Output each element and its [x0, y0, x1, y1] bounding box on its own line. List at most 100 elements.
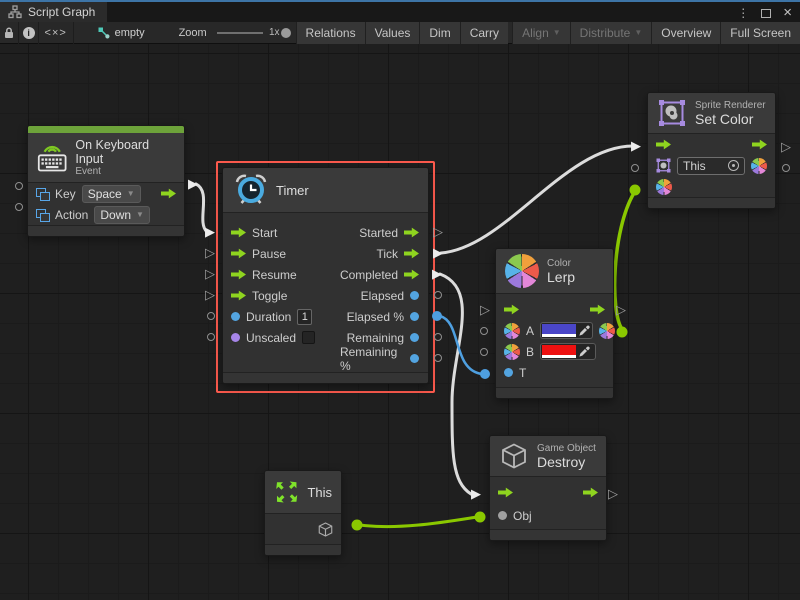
- window-controls: [737, 4, 792, 22]
- bool-port-dot[interactable]: [231, 333, 240, 342]
- lerp-result-port[interactable]: [617, 327, 628, 338]
- color-port-wheel-icon[interactable]: [504, 323, 520, 339]
- timer-tick-port[interactable]: [433, 246, 443, 259]
- action-dropdown[interactable]: Down ▼: [94, 206, 150, 224]
- destroy-obj-port[interactable]: [475, 512, 486, 523]
- keyboard-action-port[interactable]: [15, 203, 23, 211]
- lerp-a-port[interactable]: [480, 327, 488, 335]
- values-button[interactable]: Values: [365, 22, 420, 44]
- timer-pause-port[interactable]: [205, 246, 215, 259]
- close-icon[interactable]: [783, 4, 792, 22]
- zoom-slider[interactable]: [217, 32, 263, 34]
- graph-name: empty: [115, 27, 145, 39]
- timer-start-port[interactable]: [205, 225, 215, 238]
- float-port-dot[interactable]: [410, 291, 419, 300]
- fullscreen-button[interactable]: Full Screen: [720, 22, 800, 44]
- keyboard-trigger-out-port[interactable]: [188, 177, 198, 190]
- unscaled-checkbox[interactable]: [302, 331, 315, 344]
- distribute-button[interactable]: Distribute ▼: [570, 22, 652, 44]
- object-picker-icon[interactable]: [728, 160, 739, 171]
- trigger-out-arrow[interactable]: [752, 139, 767, 150]
- float-port-dot[interactable]: [504, 368, 513, 377]
- timer-elapsed-pct-port[interactable]: [432, 311, 442, 321]
- setcolor-target-port[interactable]: [631, 164, 639, 172]
- carry-button[interactable]: Carry: [460, 22, 508, 44]
- float-port-dot[interactable]: [410, 333, 419, 342]
- this-output-port[interactable]: [352, 520, 363, 531]
- color-a-swatch[interactable]: [540, 322, 593, 339]
- node-timer[interactable]: Timer Start Pause Resume: [222, 167, 429, 384]
- eyedropper-icon[interactable]: [578, 324, 591, 337]
- trigger-out-arrow[interactable]: [404, 227, 419, 238]
- color-port-wheel-icon[interactable]: [504, 344, 520, 360]
- setcolor-color-in-port[interactable]: [630, 185, 641, 196]
- destroy-trigger-out-port[interactable]: [608, 487, 618, 500]
- trigger-out-arrow[interactable]: [404, 269, 419, 280]
- maximize-icon[interactable]: [761, 9, 771, 18]
- float-port-dot[interactable]: [410, 354, 419, 363]
- duration-input[interactable]: 1: [297, 309, 312, 325]
- lerp-t-port[interactable]: [480, 369, 490, 379]
- node-destroy[interactable]: Game Object Destroy Obj: [489, 435, 607, 541]
- timer-toggle-port[interactable]: [205, 288, 215, 301]
- destroy-trigger-in-port[interactable]: [471, 487, 481, 500]
- node-on-keyboard-input[interactable]: On Keyboard Input Event Key Space ▼ Acti…: [27, 125, 185, 237]
- trigger-in-arrow[interactable]: [231, 227, 246, 238]
- timer-remaining-port[interactable]: [434, 333, 442, 341]
- node-set-color[interactable]: Sprite Renderer Set Color: [647, 92, 776, 209]
- graph-canvas[interactable]: On Keyboard Input Event Key Space ▼ Acti…: [0, 44, 800, 600]
- chevron-down-icon: ▼: [127, 189, 135, 198]
- keyboard-key-port[interactable]: [15, 182, 23, 190]
- relations-button[interactable]: Relations: [296, 22, 365, 44]
- timer-duration-port[interactable]: [207, 312, 215, 320]
- trigger-in-arrow[interactable]: [498, 487, 513, 498]
- trigger-in-arrow[interactable]: [231, 269, 246, 280]
- color-output-wheel-icon[interactable]: [751, 158, 767, 174]
- color-output-wheel-icon[interactable]: [599, 323, 615, 339]
- dim-button[interactable]: Dim: [419, 22, 459, 44]
- trigger-in-arrow[interactable]: [231, 290, 246, 301]
- trigger-out-arrow[interactable]: [583, 487, 598, 498]
- setcolor-trigger-out-port[interactable]: [781, 140, 791, 153]
- timer-elapsed-port[interactable]: [434, 291, 442, 299]
- trigger-in-arrow[interactable]: [656, 139, 671, 150]
- node-this[interactable]: This: [264, 470, 342, 556]
- timer-completed-port[interactable]: [432, 267, 442, 280]
- color-input-wheel-icon[interactable]: [656, 179, 672, 195]
- key-dropdown[interactable]: Space ▼: [82, 185, 141, 203]
- lock-button[interactable]: [0, 22, 19, 44]
- wire-timer-tick-to-setcolor[interactable]: [441, 146, 633, 253]
- eyedropper-icon[interactable]: [578, 345, 591, 358]
- float-port-dot[interactable]: [410, 312, 419, 321]
- info-button[interactable]: [19, 22, 38, 44]
- float-port-dot[interactable]: [231, 312, 240, 321]
- wire-this-to-destroy-obj[interactable]: [360, 517, 477, 527]
- overview-button[interactable]: Overview: [651, 22, 720, 44]
- keyboard-trigger-out-arrow[interactable]: [161, 188, 176, 199]
- timer-started-port[interactable]: [433, 225, 443, 238]
- setcolor-output-port[interactable]: [782, 164, 790, 172]
- align-button[interactable]: Align ▼: [512, 22, 570, 44]
- trigger-out-arrow[interactable]: [590, 304, 605, 315]
- graph-breadcrumb[interactable]: empty: [98, 27, 145, 39]
- trigger-in-arrow[interactable]: [231, 248, 246, 259]
- lerp-b-port[interactable]: [480, 348, 488, 356]
- lerp-trigger-in-port[interactable]: [480, 303, 490, 316]
- object-port-dot[interactable]: [498, 511, 507, 520]
- timer-remaining-pct-port[interactable]: [434, 354, 442, 362]
- wire-timer-completed-to-destroy[interactable]: [440, 274, 471, 494]
- game-object-mini-cube-icon[interactable]: [317, 521, 334, 538]
- timer-unscaled-port[interactable]: [207, 333, 215, 341]
- trigger-in-arrow[interactable]: [504, 304, 519, 315]
- lerp-trigger-out-port[interactable]: [616, 303, 626, 316]
- menu-kebab-icon[interactable]: [737, 4, 749, 22]
- tab-script-graph[interactable]: Script Graph: [0, 2, 107, 22]
- setcolor-trigger-in-port[interactable]: [631, 139, 641, 152]
- variables-button[interactable]: <×>: [39, 22, 74, 44]
- node-color-lerp[interactable]: Color Lerp A: [495, 248, 614, 399]
- setcolor-target-field[interactable]: This: [677, 157, 745, 175]
- color-b-swatch[interactable]: [540, 343, 596, 360]
- timer-resume-port[interactable]: [205, 267, 215, 280]
- zoom-slider-handle[interactable]: [281, 28, 291, 38]
- trigger-out-arrow[interactable]: [404, 248, 419, 259]
